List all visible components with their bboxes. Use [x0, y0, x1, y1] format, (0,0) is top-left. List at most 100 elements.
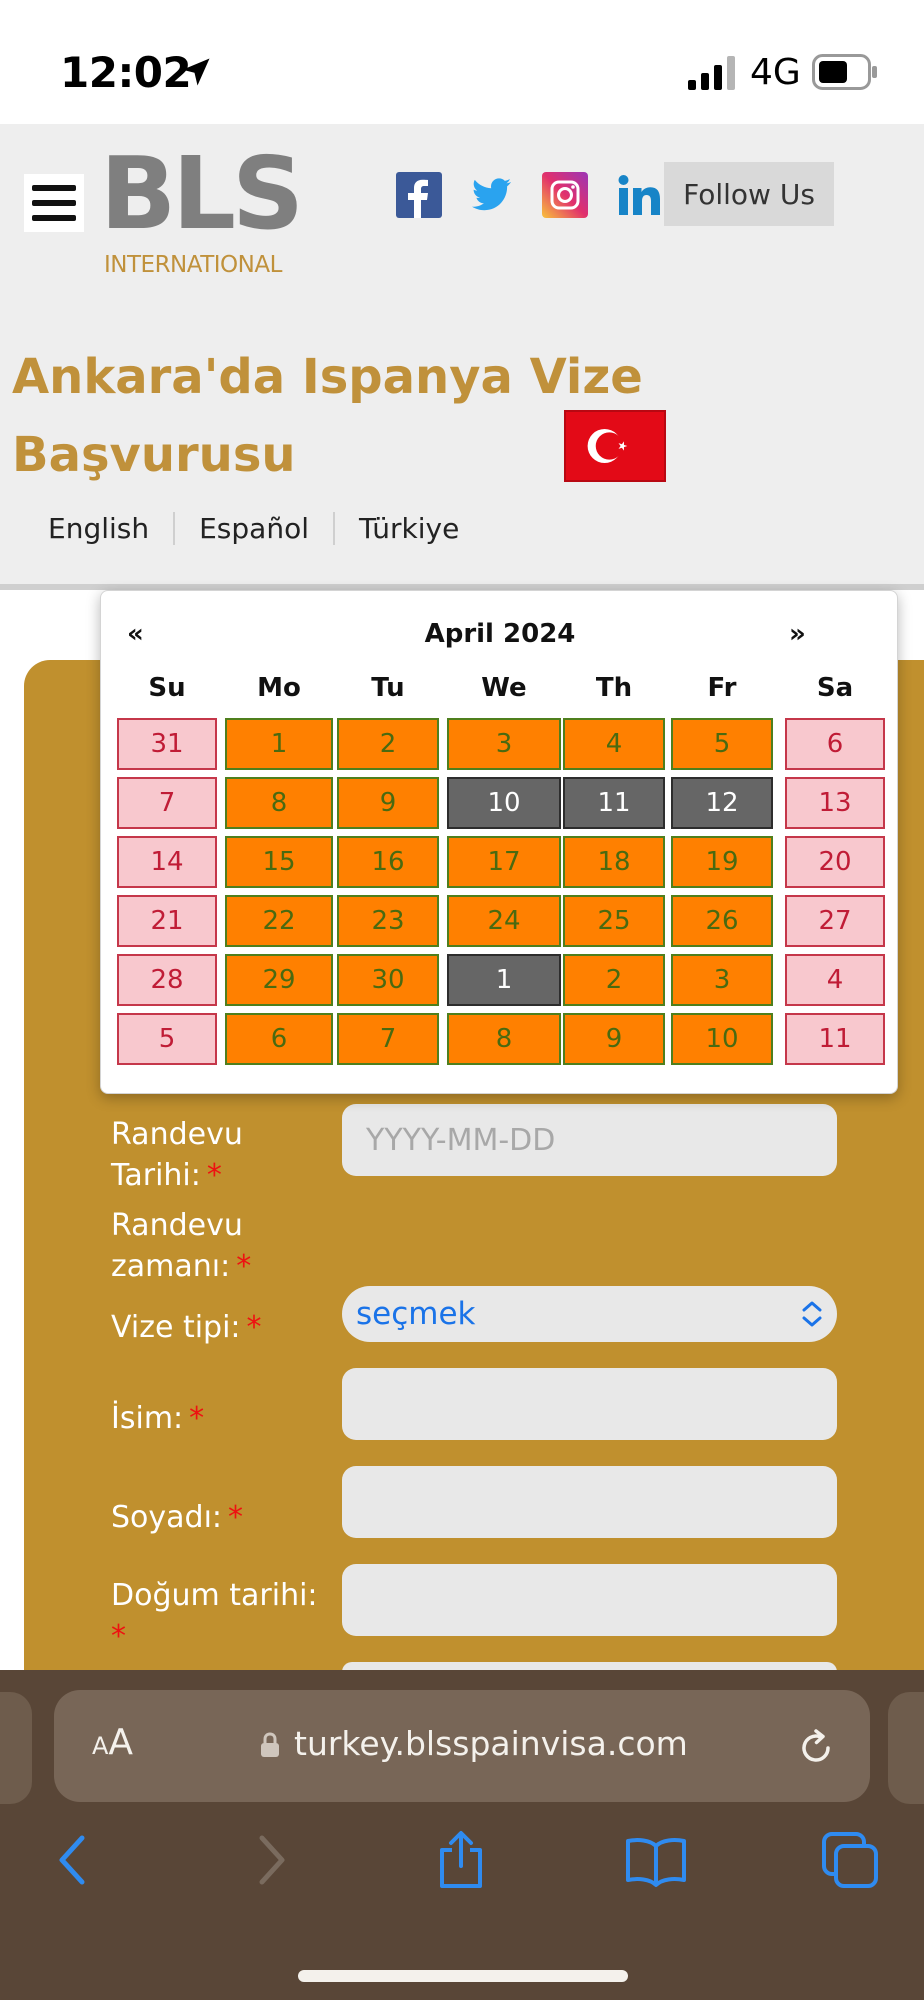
datepicker-next-month-button[interactable]: »	[789, 619, 806, 649]
logo-subtext: INTERNATIONAL	[104, 252, 282, 278]
calendar-day-cell[interactable]: 1	[225, 718, 333, 770]
lang-english-link[interactable]: English	[24, 512, 173, 545]
calendar-day-cell[interactable]: 19	[671, 836, 773, 888]
linkedin-icon[interactable]	[616, 172, 662, 218]
calendar-day-cell[interactable]: 8	[225, 777, 333, 829]
previous-tab-preview[interactable]	[0, 1692, 32, 1804]
calendar-day-cell[interactable]: 28	[117, 954, 217, 1006]
menu-bar-icon	[32, 185, 76, 191]
bookmarks-icon[interactable]	[624, 1830, 688, 1890]
network-type: 4G	[750, 52, 801, 93]
datepicker-month-title[interactable]: April 2024	[101, 619, 899, 649]
address-bar[interactable]: AA turkey.blsspainvisa.com	[54, 1690, 870, 1802]
visa-type-select[interactable]: seçmek	[342, 1286, 837, 1342]
required-mark: *	[111, 1619, 126, 1654]
visa-type-label: Vize tipi: *	[111, 1310, 262, 1345]
lang-spanish-link[interactable]: Español	[173, 511, 333, 545]
calendar-day-cell[interactable]: 5	[671, 718, 773, 770]
location-arrow-icon	[182, 58, 210, 86]
required-mark: *	[228, 1500, 244, 1535]
menu-bar-icon	[32, 200, 76, 206]
calendar-day-cell[interactable]: 11	[785, 1013, 885, 1065]
next-tab-preview[interactable]	[888, 1692, 924, 1804]
calendar-day-cell[interactable]: 15	[225, 836, 333, 888]
calendar-day-cell[interactable]: 7	[337, 1013, 439, 1065]
calendar-day-cell: 12	[671, 777, 773, 829]
birth-date-label: Doğum tarihi: *	[111, 1578, 318, 1654]
calendar-day-cell[interactable]: 16	[337, 836, 439, 888]
calendar-day-cell[interactable]: 20	[785, 836, 885, 888]
url-text: turkey.blsspainvisa.com	[294, 1724, 688, 1763]
calendar-day-cell[interactable]: 5	[117, 1013, 217, 1065]
calendar-day-cell[interactable]: 22	[225, 895, 333, 947]
first-name-label: İsim: *	[111, 1401, 205, 1436]
calendar-day-cell[interactable]: 3	[671, 954, 773, 1006]
status-bar: 12:02 4G	[0, 0, 924, 124]
weekday-header: Mo	[257, 673, 301, 703]
back-arrow-icon[interactable]	[52, 1830, 92, 1890]
calendar-day-cell[interactable]: 8	[447, 1013, 561, 1065]
appointment-date-label: Randevu Tarihi: *	[111, 1117, 243, 1193]
weekday-header: Su	[148, 673, 186, 703]
language-switcher: English Español Türkiye	[24, 508, 483, 548]
hamburger-menu-button[interactable]	[24, 174, 84, 232]
calendar-day-cell[interactable]: 29	[225, 954, 333, 1006]
battery-icon	[812, 54, 877, 90]
text-size-button[interactable]: AA	[92, 1722, 133, 1763]
calendar-day-cell[interactable]: 6	[785, 718, 885, 770]
birth-date-input[interactable]	[342, 1564, 837, 1636]
calendar-day-cell[interactable]: 4	[563, 718, 665, 770]
required-mark: *	[189, 1401, 205, 1436]
calendar-day-cell[interactable]: 17	[447, 836, 561, 888]
calendar-day-cell[interactable]: 27	[785, 895, 885, 947]
browser-bottom-bar: AA turkey.blsspainvisa.com	[0, 1670, 924, 2000]
status-time: 12:02	[60, 48, 192, 97]
calendar-day-cell[interactable]: 6	[225, 1013, 333, 1065]
share-icon[interactable]	[434, 1830, 488, 1890]
weekday-header: Tu	[371, 673, 405, 703]
calendar-day-cell: 10	[447, 777, 561, 829]
calendar-day-cell[interactable]: 18	[563, 836, 665, 888]
menu-bar-icon	[32, 215, 76, 221]
calendar-day-cell[interactable]: 10	[671, 1013, 773, 1065]
lang-turkish-link[interactable]: Türkiye	[332, 511, 483, 545]
calendar-day-cell[interactable]: 23	[337, 895, 439, 947]
calendar-day-cell[interactable]: 9	[337, 777, 439, 829]
calendar-day-cell[interactable]: 9	[563, 1013, 665, 1065]
required-mark: *	[236, 1249, 252, 1284]
instagram-icon[interactable]	[542, 172, 588, 218]
home-indicator	[298, 1970, 628, 1982]
calendar-day-cell[interactable]: 4	[785, 954, 885, 1006]
calendar-day-cell[interactable]: 21	[117, 895, 217, 947]
calendar-day-cell[interactable]: 14	[117, 836, 217, 888]
tabs-icon[interactable]	[820, 1830, 880, 1890]
follow-us-button[interactable]: Follow Us	[664, 162, 834, 226]
calendar-day-cell[interactable]: 30	[337, 954, 439, 1006]
calendar-day-cell[interactable]: 3	[447, 718, 561, 770]
weekday-header: We	[481, 673, 527, 703]
calendar-day-cell: 1	[447, 954, 561, 1006]
calendar-day-cell[interactable]: 31	[117, 718, 217, 770]
visa-type-selected-value: seçmek	[356, 1296, 476, 1332]
required-mark: *	[206, 1158, 222, 1193]
reload-icon[interactable]	[794, 1726, 838, 1770]
forward-arrow-icon[interactable]	[252, 1830, 292, 1890]
weekday-header: Th	[595, 673, 633, 703]
calendar-day-cell[interactable]: 2	[563, 954, 665, 1006]
required-mark: *	[246, 1310, 262, 1345]
calendar-day-cell[interactable]: 2	[337, 718, 439, 770]
site-header: BLS INTERNATIONAL Follow Us Ankara'da Is…	[0, 124, 924, 590]
calendar-day-cell[interactable]: 13	[785, 777, 885, 829]
facebook-icon[interactable]	[396, 172, 442, 218]
calendar-day-cell[interactable]: 24	[447, 895, 561, 947]
first-name-input[interactable]	[342, 1368, 837, 1440]
last-name-input[interactable]	[342, 1466, 837, 1538]
logo-text: BLS	[100, 135, 304, 252]
calendar-day-cell[interactable]: 7	[117, 777, 217, 829]
appointment-date-input[interactable]	[342, 1104, 837, 1176]
calendar-day-cell[interactable]: 26	[671, 895, 773, 947]
turkey-flag-icon	[564, 410, 666, 482]
bls-logo[interactable]: BLS INTERNATIONAL	[100, 144, 312, 284]
calendar-day-cell[interactable]: 25	[563, 895, 665, 947]
twitter-icon[interactable]	[468, 172, 514, 218]
